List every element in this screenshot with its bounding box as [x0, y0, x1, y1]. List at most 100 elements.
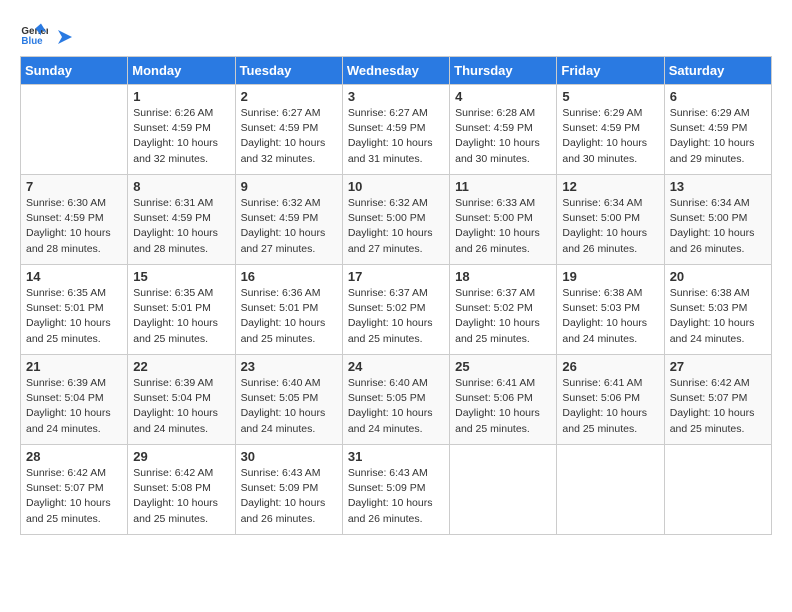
day-info: Sunrise: 6:33 AM Sunset: 5:00 PM Dayligh…	[455, 196, 551, 257]
day-number: 20	[670, 269, 766, 284]
day-cell: 21 Sunrise: 6:39 AM Sunset: 5:04 PM Dayli…	[21, 355, 128, 445]
day-info: Sunrise: 6:30 AM Sunset: 4:59 PM Dayligh…	[26, 196, 122, 257]
day-cell	[21, 85, 128, 175]
day-info: Sunrise: 6:29 AM Sunset: 4:59 PM Dayligh…	[562, 106, 658, 167]
day-number: 2	[241, 89, 337, 104]
day-number: 13	[670, 179, 766, 194]
day-number: 23	[241, 359, 337, 374]
day-cell: 7 Sunrise: 6:30 AM Sunset: 4:59 PM Daylig…	[21, 175, 128, 265]
day-cell: 24 Sunrise: 6:40 AM Sunset: 5:05 PM Dayli…	[342, 355, 449, 445]
day-info: Sunrise: 6:37 AM Sunset: 5:02 PM Dayligh…	[348, 286, 444, 347]
logo-icon: General Blue	[20, 20, 48, 48]
day-number: 14	[26, 269, 122, 284]
day-number: 11	[455, 179, 551, 194]
day-number: 10	[348, 179, 444, 194]
day-number: 5	[562, 89, 658, 104]
logo: General Blue	[20, 20, 76, 48]
day-number: 17	[348, 269, 444, 284]
day-info: Sunrise: 6:40 AM Sunset: 5:05 PM Dayligh…	[241, 376, 337, 437]
day-info: Sunrise: 6:29 AM Sunset: 4:59 PM Dayligh…	[670, 106, 766, 167]
header-cell-sunday: Sunday	[21, 57, 128, 85]
day-cell: 3 Sunrise: 6:27 AM Sunset: 4:59 PM Daylig…	[342, 85, 449, 175]
day-number: 21	[26, 359, 122, 374]
day-info: Sunrise: 6:32 AM Sunset: 4:59 PM Dayligh…	[241, 196, 337, 257]
day-number: 6	[670, 89, 766, 104]
calendar-table: SundayMondayTuesdayWednesdayThursdayFrid…	[20, 56, 772, 535]
day-number: 15	[133, 269, 229, 284]
header-cell-friday: Friday	[557, 57, 664, 85]
day-number: 18	[455, 269, 551, 284]
day-info: Sunrise: 6:27 AM Sunset: 4:59 PM Dayligh…	[348, 106, 444, 167]
day-number: 12	[562, 179, 658, 194]
day-cell: 28 Sunrise: 6:42 AM Sunset: 5:07 PM Dayli…	[21, 445, 128, 535]
day-number: 31	[348, 449, 444, 464]
day-number: 28	[26, 449, 122, 464]
day-number: 8	[133, 179, 229, 194]
week-row-3: 14 Sunrise: 6:35 AM Sunset: 5:01 PM Dayli…	[21, 265, 772, 355]
day-cell: 1 Sunrise: 6:26 AM Sunset: 4:59 PM Daylig…	[128, 85, 235, 175]
header: General Blue	[20, 20, 772, 48]
day-number: 16	[241, 269, 337, 284]
day-cell: 26Sunrise: 6:41 AM Sunset: 5:06 PM Dayli…	[557, 355, 664, 445]
day-cell: 9 Sunrise: 6:32 AM Sunset: 4:59 PM Daylig…	[235, 175, 342, 265]
day-cell	[450, 445, 557, 535]
day-cell: 6 Sunrise: 6:29 AM Sunset: 4:59 PM Daylig…	[664, 85, 771, 175]
day-info: Sunrise: 6:34 AM Sunset: 5:00 PM Dayligh…	[562, 196, 658, 257]
svg-text:Blue: Blue	[21, 36, 43, 47]
day-number: 1	[133, 89, 229, 104]
day-info: Sunrise: 6:39 AM Sunset: 5:04 PM Dayligh…	[26, 376, 122, 437]
day-cell: 15 Sunrise: 6:35 AM Sunset: 5:01 PM Dayli…	[128, 265, 235, 355]
day-info: Sunrise: 6:41 AM Sunset: 5:06 PM Dayligh…	[455, 376, 551, 437]
day-cell: 11 Sunrise: 6:33 AM Sunset: 5:00 PM Dayli…	[450, 175, 557, 265]
week-row-5: 28 Sunrise: 6:42 AM Sunset: 5:07 PM Dayli…	[21, 445, 772, 535]
day-info: Sunrise: 6:28 AM Sunset: 4:59 PM Dayligh…	[455, 106, 551, 167]
day-info: Sunrise: 6:35 AM Sunset: 5:01 PM Dayligh…	[26, 286, 122, 347]
logo-arrow-icon	[54, 26, 76, 48]
header-cell-thursday: Thursday	[450, 57, 557, 85]
day-info: Sunrise: 6:38 AM Sunset: 5:03 PM Dayligh…	[562, 286, 658, 347]
header-row: SundayMondayTuesdayWednesdayThursdayFrid…	[21, 57, 772, 85]
day-info: Sunrise: 6:26 AM Sunset: 4:59 PM Dayligh…	[133, 106, 229, 167]
day-cell: 2 Sunrise: 6:27 AM Sunset: 4:59 PM Daylig…	[235, 85, 342, 175]
week-row-1: 1 Sunrise: 6:26 AM Sunset: 4:59 PM Daylig…	[21, 85, 772, 175]
day-info: Sunrise: 6:43 AM Sunset: 5:09 PM Dayligh…	[241, 466, 337, 527]
day-cell: 23 Sunrise: 6:40 AM Sunset: 5:05 PM Dayli…	[235, 355, 342, 445]
day-info: Sunrise: 6:32 AM Sunset: 5:00 PM Dayligh…	[348, 196, 444, 257]
calendar-header: SundayMondayTuesdayWednesdayThursdayFrid…	[21, 57, 772, 85]
day-info: Sunrise: 6:42 AM Sunset: 5:07 PM Dayligh…	[26, 466, 122, 527]
day-cell: 5 Sunrise: 6:29 AM Sunset: 4:59 PM Daylig…	[557, 85, 664, 175]
calendar-body: 1 Sunrise: 6:26 AM Sunset: 4:59 PM Daylig…	[21, 85, 772, 535]
day-number: 3	[348, 89, 444, 104]
day-cell: 27Sunrise: 6:42 AM Sunset: 5:07 PM Dayli…	[664, 355, 771, 445]
day-number: 7	[26, 179, 122, 194]
week-row-2: 7 Sunrise: 6:30 AM Sunset: 4:59 PM Daylig…	[21, 175, 772, 265]
day-cell: 13 Sunrise: 6:34 AM Sunset: 5:00 PM Dayli…	[664, 175, 771, 265]
day-number: 22	[133, 359, 229, 374]
day-info: Sunrise: 6:40 AM Sunset: 5:05 PM Dayligh…	[348, 376, 444, 437]
day-cell: 20Sunrise: 6:38 AM Sunset: 5:03 PM Dayli…	[664, 265, 771, 355]
day-cell: 14 Sunrise: 6:35 AM Sunset: 5:01 PM Dayli…	[21, 265, 128, 355]
day-number: 25	[455, 359, 551, 374]
day-info: Sunrise: 6:27 AM Sunset: 4:59 PM Dayligh…	[241, 106, 337, 167]
day-info: Sunrise: 6:35 AM Sunset: 5:01 PM Dayligh…	[133, 286, 229, 347]
day-cell: 10 Sunrise: 6:32 AM Sunset: 5:00 PM Dayli…	[342, 175, 449, 265]
day-cell: 17 Sunrise: 6:37 AM Sunset: 5:02 PM Dayli…	[342, 265, 449, 355]
day-cell: 31 Sunrise: 6:43 AM Sunset: 5:09 PM Dayli…	[342, 445, 449, 535]
day-number: 30	[241, 449, 337, 464]
day-cell: 25 Sunrise: 6:41 AM Sunset: 5:06 PM Dayli…	[450, 355, 557, 445]
header-cell-wednesday: Wednesday	[342, 57, 449, 85]
day-info: Sunrise: 6:31 AM Sunset: 4:59 PM Dayligh…	[133, 196, 229, 257]
day-info: Sunrise: 6:34 AM Sunset: 5:00 PM Dayligh…	[670, 196, 766, 257]
day-info: Sunrise: 6:36 AM Sunset: 5:01 PM Dayligh…	[241, 286, 337, 347]
day-cell: 4Sunrise: 6:28 AM Sunset: 4:59 PM Daylig…	[450, 85, 557, 175]
day-cell	[664, 445, 771, 535]
header-cell-saturday: Saturday	[664, 57, 771, 85]
day-cell: 30 Sunrise: 6:43 AM Sunset: 5:09 PM Dayli…	[235, 445, 342, 535]
day-cell: 22Sunrise: 6:39 AM Sunset: 5:04 PM Dayli…	[128, 355, 235, 445]
day-number: 29	[133, 449, 229, 464]
day-info: Sunrise: 6:43 AM Sunset: 5:09 PM Dayligh…	[348, 466, 444, 527]
day-number: 19	[562, 269, 658, 284]
day-number: 9	[241, 179, 337, 194]
day-number: 24	[348, 359, 444, 374]
day-cell: 8 Sunrise: 6:31 AM Sunset: 4:59 PM Daylig…	[128, 175, 235, 265]
